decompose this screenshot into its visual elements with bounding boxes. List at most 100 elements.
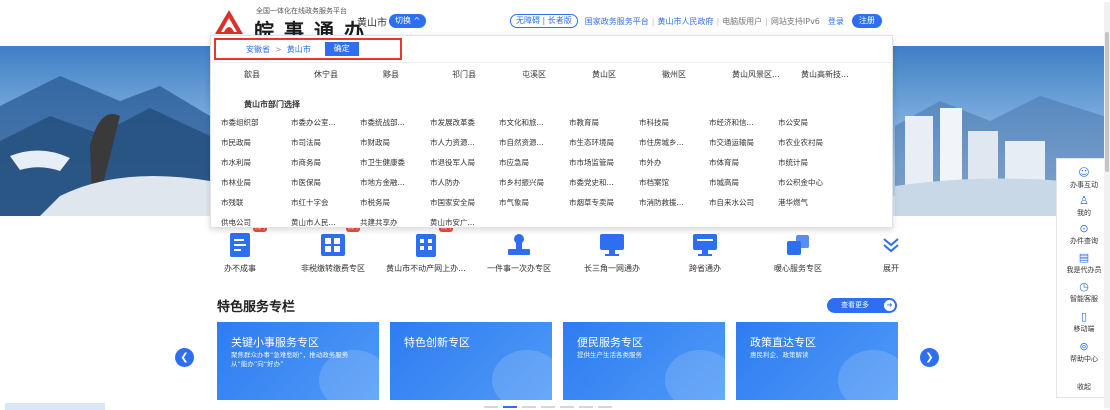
service-item[interactable]: 长三角一网通办 bbox=[567, 231, 657, 274]
accessibility-button[interactable]: 无障碍 | 长者版 bbox=[510, 14, 578, 28]
service-item[interactable]: 热门 黄山市不动产网上办... bbox=[381, 225, 471, 274]
float-menu-item[interactable]: ⊚ 帮助中心 bbox=[1057, 341, 1110, 364]
dept-item[interactable]: 市住房城乡... bbox=[639, 137, 684, 148]
service-item[interactable]: 一件事一次办专区 bbox=[474, 231, 564, 274]
link-desktop-user[interactable]: 电脑版用户 bbox=[719, 16, 765, 27]
county-item[interactable]: 黄山高新技... bbox=[801, 69, 849, 80]
indicator-7[interactable] bbox=[598, 406, 612, 408]
dept-item[interactable]: 市档案馆 bbox=[639, 177, 669, 188]
county-item[interactable]: 歙县 bbox=[244, 69, 260, 80]
county-item[interactable]: 黄山风景区... bbox=[732, 69, 780, 80]
float-menu-item[interactable]: ▯ 移动端 bbox=[1057, 311, 1110, 334]
dept-item[interactable]: 市应急局 bbox=[499, 157, 529, 168]
dept-item[interactable]: 市外办 bbox=[639, 157, 662, 168]
dept-item[interactable]: 市地方金融... bbox=[360, 177, 405, 188]
indicator-4[interactable] bbox=[541, 406, 555, 408]
dept-item[interactable]: 市卫生健康委 bbox=[360, 157, 405, 168]
indicator-3[interactable] bbox=[522, 406, 536, 408]
dept-item[interactable]: 市文化和旅... bbox=[499, 117, 544, 128]
dept-item[interactable]: 市公安局 bbox=[778, 117, 808, 128]
dept-item[interactable]: 供电公司 bbox=[221, 217, 251, 228]
float-menu-item[interactable]: ▤ 我是代办员 bbox=[1057, 252, 1110, 275]
dept-item[interactable]: 市消防救援... bbox=[639, 197, 684, 208]
indicator-1[interactable] bbox=[484, 406, 498, 408]
register-button[interactable]: 注册 bbox=[851, 14, 882, 28]
indicator-6[interactable] bbox=[579, 406, 593, 408]
dept-item[interactable]: 市商务局 bbox=[291, 157, 321, 168]
float-menu-item[interactable]: ☺ 办事互动 bbox=[1057, 167, 1110, 190]
dept-item[interactable]: 港华燃气 bbox=[778, 197, 808, 208]
dept-item[interactable]: 市人力资源... bbox=[430, 137, 475, 148]
county-item[interactable]: 徽州区 bbox=[662, 69, 686, 80]
login-link[interactable]: 登录 bbox=[828, 16, 844, 27]
dept-item[interactable]: 市人防办 bbox=[430, 177, 460, 188]
dept-item[interactable]: 市农业农村局 bbox=[778, 137, 823, 148]
dept-item[interactable]: 市发展改革委 bbox=[430, 117, 475, 128]
county-item[interactable]: 黟县 bbox=[383, 69, 399, 80]
feature-card[interactable]: 政策直达专区 惠民利企、政策解读 bbox=[736, 322, 898, 400]
link-city-government[interactable]: 黄山市人民政府 bbox=[654, 16, 716, 27]
feature-card[interactable]: 便民服务专区 提供生产生活各类服务 bbox=[563, 322, 725, 400]
dept-item[interactable]: 市公积金中心 bbox=[778, 177, 823, 188]
county-item[interactable]: 黄山区 bbox=[592, 69, 616, 80]
carousel-prev-button[interactable]: ❮ bbox=[175, 348, 194, 367]
service-item[interactable]: 跨省通办 bbox=[660, 231, 750, 274]
dept-item[interactable]: 市税务局 bbox=[360, 197, 390, 208]
dept-item[interactable]: 市红十字会 bbox=[291, 197, 329, 208]
dept-item[interactable]: 市自来水公司 bbox=[709, 197, 754, 208]
dept-item[interactable]: 市城高局 bbox=[709, 177, 739, 188]
dept-item[interactable]: 市司法局 bbox=[291, 137, 321, 148]
indicator-5[interactable] bbox=[560, 406, 574, 408]
dept-item[interactable]: 共建共享办 bbox=[360, 217, 398, 228]
dept-item[interactable]: 市科技局 bbox=[639, 117, 669, 128]
dept-item[interactable]: 市委党史和... bbox=[569, 177, 614, 188]
float-menu-item[interactable]: ⊙ 办件查询 bbox=[1057, 223, 1110, 246]
page-scrollbar[interactable] bbox=[1104, 2, 1110, 408]
dept-item[interactable]: 市经济和信... bbox=[709, 117, 754, 128]
dept-item[interactable]: 市财政局 bbox=[360, 137, 390, 148]
county-item[interactable]: 屯溪区 bbox=[522, 69, 546, 80]
dept-item[interactable]: 市自然资源... bbox=[499, 137, 544, 148]
dept-item[interactable]: 市生态环境局 bbox=[569, 137, 614, 148]
crumb-province[interactable]: 安徽省 bbox=[246, 44, 270, 55]
dept-item[interactable]: 市民政局 bbox=[221, 137, 251, 148]
confirm-button[interactable]: 确定 bbox=[324, 42, 359, 56]
float-menu-item[interactable]: ◷ 智能客服 bbox=[1057, 281, 1110, 304]
float-menu-item[interactable]: 收起 bbox=[1057, 381, 1110, 392]
carousel-next-button[interactable]: ❯ bbox=[920, 348, 939, 367]
feature-card[interactable]: 特色创新专区 bbox=[390, 322, 552, 400]
scrollbar-thumb[interactable] bbox=[1105, 32, 1109, 172]
feature-card[interactable]: 关键小事服务专区 聚焦群众办事“急难愁盼”，推动政务服务从“能办”向“好办” bbox=[217, 322, 379, 400]
county-item[interactable]: 休宁县 bbox=[314, 69, 338, 80]
dept-item[interactable]: 市统计局 bbox=[778, 157, 808, 168]
dept-item[interactable]: 黄山市人民... bbox=[291, 217, 336, 228]
service-item[interactable]: 热门 办不成事 bbox=[195, 225, 285, 274]
dept-item[interactable]: 市退役军人局 bbox=[430, 157, 475, 168]
dept-item[interactable]: 黄山市安广... bbox=[430, 217, 475, 228]
crumb-city[interactable]: 黄山市 bbox=[287, 44, 311, 55]
dept-item[interactable]: 市乡村振兴局 bbox=[499, 177, 544, 188]
dept-item[interactable]: 市残联 bbox=[221, 197, 244, 208]
float-menu-item[interactable]: ♙ 我的 bbox=[1057, 195, 1110, 218]
dept-item[interactable]: 市水利局 bbox=[221, 157, 251, 168]
dept-item[interactable]: 市市场监管局 bbox=[569, 157, 614, 168]
view-more-button[interactable]: 查看更多 ➜ bbox=[827, 298, 897, 313]
service-item[interactable]: 热门 非税缴转缴费专区 bbox=[288, 225, 378, 274]
switch-city-button[interactable]: 切换 ^ bbox=[389, 14, 427, 28]
indicator-2[interactable] bbox=[503, 406, 517, 408]
dept-item[interactable]: 市烟草专卖局 bbox=[569, 197, 614, 208]
dept-item[interactable]: 市委办公室... bbox=[291, 117, 336, 128]
dept-item[interactable]: 市委统战部... bbox=[360, 117, 405, 128]
service-item[interactable]: 展开 bbox=[846, 231, 936, 274]
county-item[interactable]: 祁门县 bbox=[452, 69, 476, 80]
dept-item[interactable]: 市教育局 bbox=[569, 117, 599, 128]
dept-item[interactable]: 市国家安全局 bbox=[430, 197, 475, 208]
dept-item[interactable]: 市气象局 bbox=[499, 197, 529, 208]
dept-item[interactable]: 市林业局 bbox=[221, 177, 251, 188]
dept-item[interactable]: 市体育局 bbox=[709, 157, 739, 168]
link-national-platform[interactable]: 国家政务服务平台 bbox=[582, 16, 652, 27]
dept-item[interactable]: 市委组织部 bbox=[221, 117, 259, 128]
service-item[interactable]: 暖心服务专区 bbox=[753, 231, 843, 274]
dept-item[interactable]: 市交通运输局 bbox=[709, 137, 754, 148]
dept-item[interactable]: 市医保局 bbox=[291, 177, 321, 188]
